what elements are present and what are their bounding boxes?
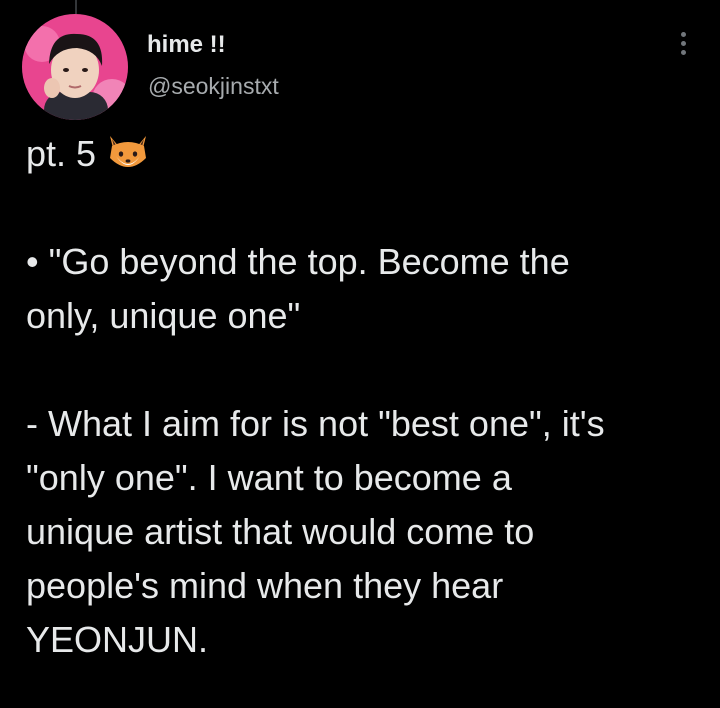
fox-face-icon (110, 136, 147, 167)
avatar-photo (22, 14, 128, 120)
paragraph-line: - What I aim for is not "best one", it's (26, 403, 605, 444)
tweet-text: pt. 5 • "Go beyond the top. Become the o… (26, 127, 706, 667)
more-dots-icon (680, 31, 686, 37)
paragraph-line: YEONJUN. (26, 619, 209, 660)
paragraph-line: "only one". I want to become a (26, 457, 512, 498)
thread-connector-line (75, 0, 77, 14)
tweet-line-part: pt. 5 (26, 127, 706, 181)
part-label: pt. 5 (26, 133, 97, 174)
more-options-button[interactable] (669, 26, 697, 60)
quote-line: • "Go beyond the top. Become the (26, 241, 570, 282)
quote-line: only, unique one" (26, 295, 301, 336)
display-name[interactable]: hime !! (147, 31, 226, 59)
user-handle[interactable]: @seokjinstxt (148, 73, 279, 100)
paragraph-line: unique artist that would come to (26, 511, 535, 552)
avatar[interactable] (22, 14, 128, 120)
paragraph-line: people's mind when they hear (26, 565, 504, 606)
